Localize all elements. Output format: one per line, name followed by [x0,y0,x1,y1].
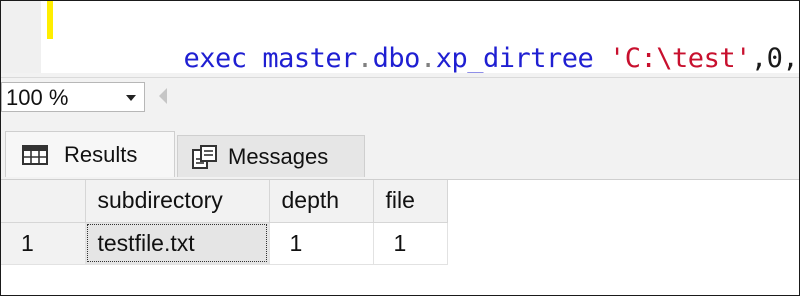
select-all-corner[interactable] [1,180,86,223]
zoom-value: 100 % [6,85,69,110]
arguments-text: ,0,1 [750,43,799,74]
table-row[interactable]: 1 testfile.txt 1 1 [1,222,448,265]
cell-subdirectory[interactable]: testfile.txt [85,222,270,265]
messages-icon [192,144,218,170]
scroll-left-arrow-icon[interactable] [159,88,167,104]
results-tab-strip: Results Messages [1,115,799,179]
ssms-window: exec master.dbo.xp_dirtree 'C:\test',0, 1… [0,0,800,296]
tab-messages-label: Messages [228,143,329,169]
header-row: subdirectory depth file [1,180,448,223]
identifier-dbo: dbo [372,43,421,74]
column-header-depth[interactable]: depth [269,180,374,223]
query-editor[interactable]: exec master.dbo.xp_dirtree 'C:\test',0,1… [1,1,799,77]
identifier-master: master [262,43,357,74]
column-header-file[interactable]: file [373,180,448,223]
row-number[interactable]: 1 [1,222,86,265]
editor-gutter [1,1,41,77]
identifier-xp-dirtree: xp_dirtree [435,43,594,74]
tab-results-label: Results [64,141,138,167]
zoom-dropdown[interactable]: 100 % [1,82,145,112]
string-literal-path: 'C:\test' [609,43,751,74]
zoom-bar: 100 % [1,77,799,116]
tab-results[interactable]: Results [5,131,175,177]
keyword-exec: exec [183,43,248,74]
chevron-down-icon[interactable] [126,95,136,101]
cell-depth[interactable]: 1 [269,222,374,265]
results-grid[interactable]: subdirectory depth file 1 testfile.txt 1… [1,179,799,295]
column-header-subdirectory[interactable]: subdirectory [85,180,270,223]
results-table: subdirectory depth file 1 testfile.txt 1… [1,180,448,265]
grid-icon [22,144,48,165]
tab-messages[interactable]: Messages [177,135,365,177]
cell-file[interactable]: 1 [373,222,448,265]
change-tracking-bar [47,1,53,39]
